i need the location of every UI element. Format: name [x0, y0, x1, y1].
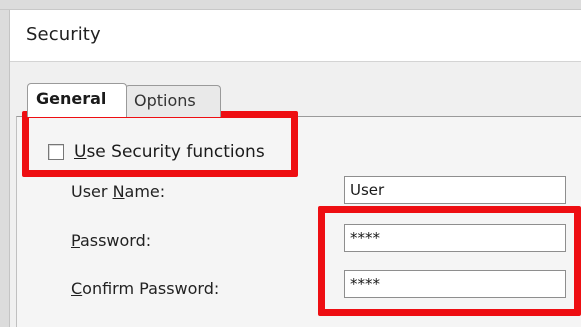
- window-title: Security: [26, 24, 101, 45]
- use-security-label: Use Security functions: [74, 142, 265, 162]
- confirm-password-label-key: C: [71, 279, 83, 298]
- title-bar: Security: [10, 10, 581, 62]
- use-security-checkbox[interactable]: [48, 144, 64, 160]
- user-name-label-pre: User: [71, 182, 113, 201]
- security-dialog: Security General Options Use Security fu…: [0, 0, 581, 327]
- password-label: Password:: [71, 231, 151, 250]
- confirm-password-field[interactable]: ****: [344, 270, 566, 298]
- tab-general[interactable]: General: [27, 83, 127, 117]
- tab-general-label: General: [36, 89, 107, 108]
- tab-options[interactable]: Options: [125, 85, 221, 117]
- password-label-key: P: [71, 231, 80, 250]
- password-label-post: assword:: [79, 231, 152, 250]
- confirm-password-label-post: onfirm Password:: [82, 279, 220, 298]
- window-top-edge: [0, 0, 581, 10]
- use-security-label-rest: se Security functions: [86, 142, 265, 162]
- user-name-label-key: N: [112, 182, 125, 201]
- tab-options-label: Options: [134, 91, 196, 110]
- use-security-row[interactable]: Use Security functions: [48, 142, 265, 162]
- dialog-body: General Options Use Security functions U…: [11, 63, 581, 327]
- use-security-label-key: U: [74, 142, 87, 162]
- user-name-field[interactable]: User: [344, 176, 566, 204]
- confirm-password-label: Confirm Password:: [71, 279, 219, 298]
- password-field[interactable]: ****: [344, 224, 566, 252]
- window-left-edge: [0, 10, 10, 327]
- user-name-label-post: ame:: [124, 182, 166, 201]
- user-name-label: User Name:: [71, 182, 165, 201]
